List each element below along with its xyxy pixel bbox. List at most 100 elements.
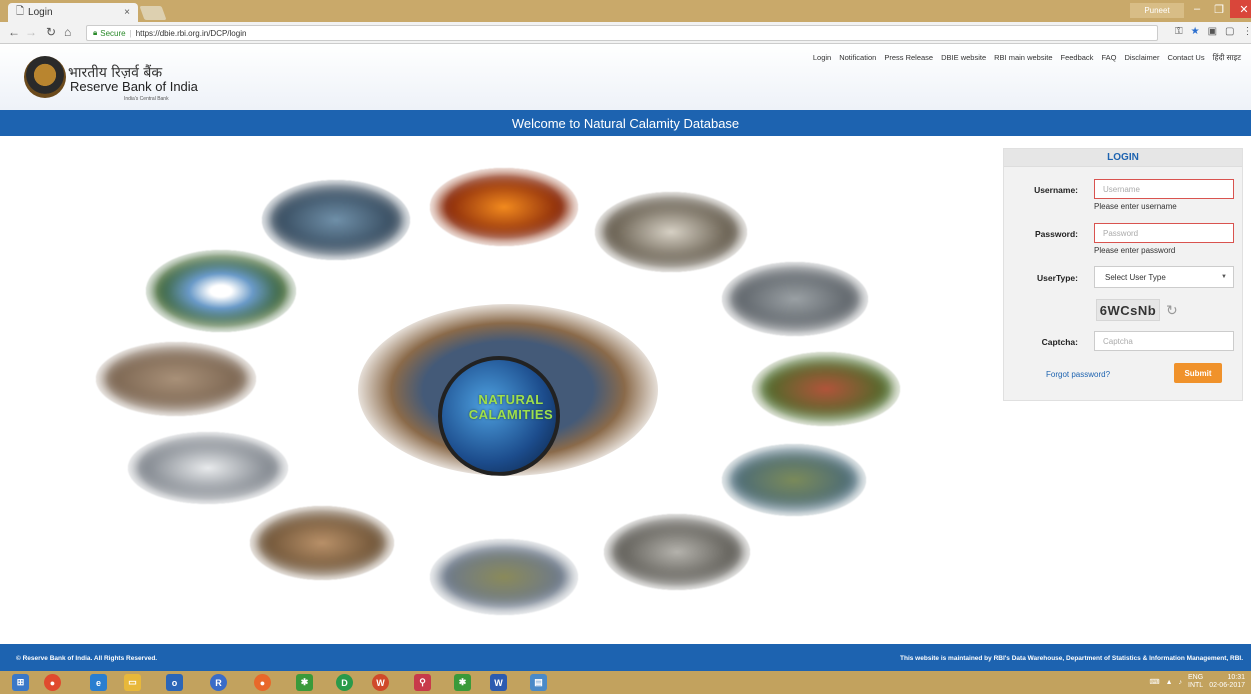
tab-title: Login xyxy=(28,7,53,18)
drought-image xyxy=(96,342,256,416)
r-icon[interactable]: R xyxy=(210,674,227,691)
locust-image xyxy=(430,539,578,615)
usertype-select[interactable]: Select User Type ▼ xyxy=(1094,266,1234,288)
password-hint: Please enter password xyxy=(1094,246,1176,255)
start-icon[interactable]: ⊞ xyxy=(12,674,29,691)
captcha-image: 6WCsNb xyxy=(1096,299,1160,321)
remote-desktop-icon[interactable]: ▤ xyxy=(530,674,547,691)
avalanche-image xyxy=(128,432,288,504)
forward-icon[interactable]: → xyxy=(25,25,37,39)
logo-tagline: India's Central Bank xyxy=(124,96,169,102)
tsunami-image xyxy=(262,180,410,260)
login-panel: LOGIN Username: Username Please enter us… xyxy=(1003,148,1243,401)
ie-icon[interactable]: e xyxy=(90,674,107,691)
calamity-collage: NATURAL CALAMITIES xyxy=(0,136,990,644)
nav-hindi-site[interactable]: हिंदी साइट xyxy=(1213,53,1241,63)
reload-icon[interactable]: ↻ xyxy=(46,25,56,39)
nav-faq[interactable]: FAQ xyxy=(1101,53,1116,63)
hail-road-image xyxy=(604,514,750,590)
firefox-icon[interactable]: ● xyxy=(254,674,271,691)
system-tray: ⌨ ▲ ♪ ENG INTL 10:31 02-06-2017 xyxy=(1149,674,1245,690)
landslide-image xyxy=(752,352,900,426)
word-icon[interactable]: W xyxy=(490,674,507,691)
fire-image xyxy=(430,168,578,246)
back-icon[interactable]: ← xyxy=(8,25,20,39)
submit-button[interactable]: Submit xyxy=(1174,363,1222,383)
outlook-icon[interactable]: o xyxy=(166,674,183,691)
browser-tab[interactable]: 🗋 Login × xyxy=(8,3,138,22)
forgot-password-link[interactable]: Forgot password? xyxy=(1046,370,1110,379)
login-heading: LOGIN xyxy=(1004,149,1242,167)
extension-icon[interactable]: ▣ xyxy=(1208,26,1217,37)
keyboard-icon[interactable]: ⌨ xyxy=(1149,678,1159,686)
collage-title-line1: NATURAL xyxy=(478,392,544,407)
usertype-label: UserType: xyxy=(1037,273,1078,283)
network-icon[interactable]: ▲ xyxy=(1166,679,1173,686)
collage-title: NATURAL CALAMITIES xyxy=(456,392,566,422)
nav-notification[interactable]: Notification xyxy=(839,53,876,63)
close-window-icon[interactable]: ✕ xyxy=(1230,0,1251,18)
app-icon[interactable]: ✱ xyxy=(296,674,313,691)
flood-village-image xyxy=(722,444,866,516)
keyboard-layout: INTL xyxy=(1188,682,1204,689)
clock[interactable]: 10:31 02-06-2017 xyxy=(1209,674,1245,690)
tab-close-icon[interactable]: × xyxy=(124,7,130,18)
password-input[interactable]: Password xyxy=(1094,223,1234,243)
captcha-input[interactable]: Captcha xyxy=(1094,331,1234,351)
page-icon: 🗋 xyxy=(16,6,25,17)
flood-image xyxy=(250,506,394,580)
browser-tab-strip: 🗋 Login × Puneet – ❐ ✕ xyxy=(0,0,1251,22)
new-tab-button[interactable] xyxy=(139,6,167,20)
chevron-down-icon: ▼ xyxy=(1221,274,1227,280)
browser-extensions: ⚿ ★ ▣ ▢ ⋮ xyxy=(1175,26,1251,37)
w-app-icon[interactable]: W xyxy=(372,674,389,691)
secure-label: Secure xyxy=(100,28,126,38)
footer-maintainer: This website is maintained by RBI's Data… xyxy=(900,655,1243,662)
browser-toolbar: ← → ↻ ⌂ 🔒︎ Secure | https://dbie.rbi.org… xyxy=(0,22,1251,44)
top-navigation: Login Notification Press Release DBIE we… xyxy=(813,53,1241,63)
username-hint: Please enter username xyxy=(1094,202,1177,211)
language-code: ENG xyxy=(1188,674,1204,681)
clock-date: 02-06-2017 xyxy=(1209,682,1245,689)
home-icon[interactable]: ⌂ xyxy=(64,25,71,39)
earthquake-bridge-image xyxy=(595,192,747,272)
nav-rbi-main-website[interactable]: RBI main website xyxy=(994,53,1052,63)
nav-dbie-website[interactable]: DBIE website xyxy=(941,53,986,63)
pin-icon[interactable]: ⚲ xyxy=(414,674,431,691)
language-indicator[interactable]: ENG INTL xyxy=(1188,674,1203,690)
nav-press-release[interactable]: Press Release xyxy=(884,53,933,63)
profile-button[interactable]: Puneet xyxy=(1130,3,1184,18)
username-input[interactable]: Username xyxy=(1094,179,1234,199)
welcome-banner: Welcome to Natural Calamity Database xyxy=(0,110,1251,136)
logo-english: Reserve Bank of India xyxy=(70,79,198,94)
key-icon[interactable]: ⚿ xyxy=(1175,26,1183,37)
lock-icon: 🔒︎ xyxy=(93,28,98,37)
nav-disclaimer[interactable]: Disclaimer xyxy=(1124,53,1159,63)
cyclone-image xyxy=(146,250,296,332)
window-controls: – ❐ ✕ xyxy=(1186,0,1251,20)
captcha-label: Captcha: xyxy=(1041,337,1078,347)
star-app-icon[interactable]: ✱ xyxy=(454,674,471,691)
address-bar[interactable]: 🔒︎ Secure | https://dbie.rbi.org.in/DCP/… xyxy=(86,25,1158,41)
collage-title-line2: CALAMITIES xyxy=(468,407,554,422)
windows-taskbar: ⊞ ● e ▭ o R ● ✱ D W ⚲ ✱ W ▤ ⌨ ▲ ♪ ENG IN… xyxy=(0,671,1251,694)
address-separator: | xyxy=(129,28,132,38)
rbi-seal-icon xyxy=(24,56,66,98)
minimize-icon[interactable]: – xyxy=(1186,0,1208,18)
footer-copyright: © Reserve Bank of India. All Rights Rese… xyxy=(16,655,158,662)
chrome-icon[interactable]: ● xyxy=(44,674,61,691)
bookmark-star-icon[interactable]: ★ xyxy=(1191,26,1200,37)
nav-feedback[interactable]: Feedback xyxy=(1061,53,1094,63)
refresh-captcha-icon[interactable]: ↻ xyxy=(1166,302,1178,319)
volume-icon[interactable]: ♪ xyxy=(1179,679,1183,686)
nav-contact-us[interactable]: Contact Us xyxy=(1167,53,1204,63)
storm-image xyxy=(722,262,868,336)
restore-icon[interactable]: ❐ xyxy=(1208,0,1230,18)
clock-time: 10:31 xyxy=(1227,674,1245,681)
url-text: https://dbie.rbi.org.in/DCP/login xyxy=(135,28,247,38)
cast-icon[interactable]: ▢ xyxy=(1225,26,1234,37)
menu-icon[interactable]: ⋮ xyxy=(1243,26,1251,37)
d-app-icon[interactable]: D xyxy=(336,674,353,691)
nav-login[interactable]: Login xyxy=(813,53,831,63)
file-explorer-icon[interactable]: ▭ xyxy=(124,674,141,691)
